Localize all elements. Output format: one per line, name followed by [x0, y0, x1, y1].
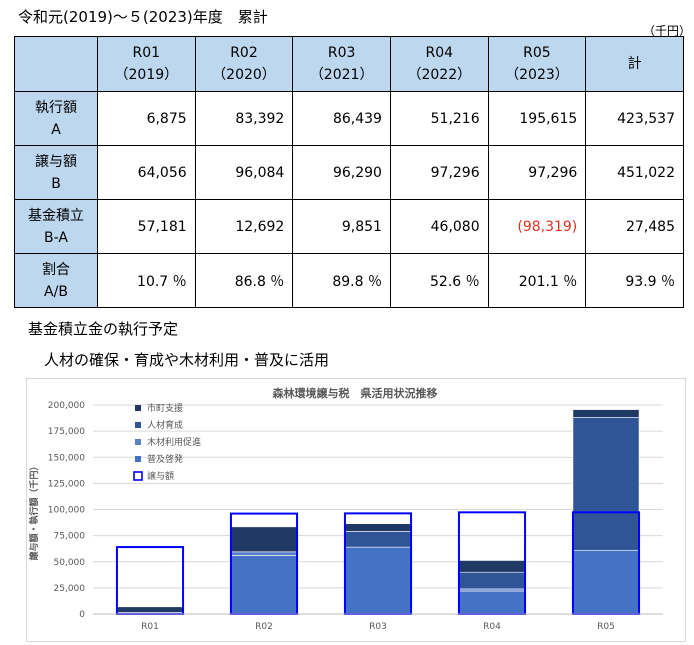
bar-segment [458, 571, 526, 590]
legend-label: 人材育成 [147, 419, 183, 431]
table-cell: (98,319) [487, 199, 587, 254]
y-tick-label: 175,000 [48, 427, 85, 437]
legend-label: 普及啓発 [147, 453, 183, 465]
row-header: 割合 A/B [14, 253, 98, 308]
row-header: 執行額 A [14, 91, 98, 146]
row-header: 基金積立 B-A [14, 199, 98, 254]
column-header: R04 （2022） [389, 36, 489, 92]
y-axis-label: 譲与額・執行額（千円） [28, 461, 40, 560]
table-cell: 64,056 [97, 145, 196, 200]
bar-segment [458, 590, 526, 615]
table-cell: 451,022 [585, 145, 684, 200]
bar-segment [230, 551, 298, 556]
bar-segment [458, 560, 526, 573]
page-title: 令和元(2019)～５(2023)年度 累計 [18, 8, 268, 26]
y-tick-label: 125,000 [48, 479, 85, 489]
legend-swatch [135, 405, 141, 411]
column-header: 計 [585, 36, 684, 92]
legend-label: 譲与額 [147, 470, 174, 482]
table-cell: 83,392 [194, 91, 294, 146]
chart-title: 森林環境譲与税 県活用状況推移 [273, 386, 438, 400]
stacked-bar-chart: 森林環境譲与税 県活用状況推移 譲与額・執行額（千円） 0 25,000 50,00… [28, 386, 663, 632]
table-cell: 96,084 [194, 145, 294, 200]
x-tick-label: R05 [597, 622, 615, 632]
bar-segment [230, 555, 298, 615]
table-cell: 96,290 [292, 145, 391, 200]
table-cell: 12,692 [194, 199, 294, 254]
fund-plan-detail: 人材の確保・育成や木材利用・普及に活用 [44, 351, 330, 369]
bar-segment [572, 409, 640, 418]
y-tick-label: 75,000 [54, 532, 86, 542]
table-cell: 57,181 [97, 199, 196, 254]
table-cell: 27,485 [585, 199, 684, 254]
row-header: 譲与額 B [14, 145, 98, 200]
bar-segment [344, 546, 412, 615]
table-corner-cell [14, 36, 98, 92]
legend-swatch [133, 471, 143, 481]
y-tick-label: 100,000 [48, 506, 85, 516]
x-tick-label: R02 [255, 622, 273, 632]
legend-swatch [135, 422, 141, 428]
bar-segment [458, 588, 526, 592]
table-row: 執行額 A 6,875 83,392 86,439 51,216 195,615 … [14, 91, 684, 146]
table-row: 譲与額 B 64,056 96,084 96,290 97,296 97,296 … [14, 145, 684, 200]
x-tick-label: R03 [369, 622, 387, 632]
bar-segment [344, 523, 412, 532]
chart-container: 森林環境譲与税 県活用状況推移 譲与額・執行額（千円） 0 25,000 50,00… [26, 378, 686, 642]
x-tick-label: R01 [141, 622, 159, 632]
bar-segment [116, 606, 184, 613]
table-cell: 6,875 [97, 91, 196, 146]
table-cell: 10.7 ％ [97, 253, 196, 308]
table-cell: 86,439 [292, 91, 391, 146]
table-cell: 195,615 [487, 91, 587, 146]
table-cell: 52.6 ％ [389, 253, 489, 308]
outline-bar [115, 546, 185, 615]
bar-segment [572, 549, 640, 615]
bar-segment [344, 531, 412, 548]
bar-segment [572, 417, 640, 551]
y-tick-label: 150,000 [48, 453, 85, 463]
table-cell: 51,216 [389, 91, 489, 146]
table-cell: 201.1 ％ [487, 253, 587, 308]
table-cell: 423,537 [585, 91, 684, 146]
table-cell: 89.8 ％ [292, 253, 391, 308]
table-cell: 46,080 [389, 199, 489, 254]
column-header: R01 （2019） [97, 36, 196, 92]
table-row: 割合 A/B 10.7 ％ 86.8 ％ 89.8 ％ 52.6 ％ 201.1 … [14, 253, 684, 308]
column-header: R02 （2020） [194, 36, 294, 92]
y-tick-label: 0 [79, 610, 85, 620]
y-tick-label: 50,000 [54, 558, 86, 568]
table-cell: 9,851 [292, 199, 391, 254]
y-tick-label: 25,000 [54, 584, 86, 594]
legend-swatch [135, 456, 141, 462]
legend-swatch [135, 439, 141, 445]
table-header-row: R01 （2019） R02 （2020） R03 （2021） R04 （2022） … [14, 36, 684, 92]
table-cell: 93.9 ％ [585, 253, 684, 308]
column-header: R03 （2021） [292, 36, 391, 92]
table-cell: 97,296 [389, 145, 489, 200]
x-tick-label: R04 [483, 622, 501, 632]
y-tick-label: 200,000 [48, 401, 85, 411]
legend-label: 木材利用促進 [147, 436, 201, 448]
summary-table: R01 （2019） R02 （2020） R03 （2021） R04 （2022） … [14, 36, 684, 308]
column-header: R05 （2023） [487, 36, 587, 92]
bar-segment [230, 526, 298, 553]
legend-label: 市町支援 [147, 402, 183, 414]
table-cell: 97,296 [487, 145, 587, 200]
table-cell: 86.8 ％ [194, 253, 294, 308]
fund-plan-heading: 基金積立金の執行予定 [28, 320, 179, 338]
table-row: 基金積立 B-A 57,181 12,692 9,851 46,080 (98,3… [14, 199, 684, 254]
